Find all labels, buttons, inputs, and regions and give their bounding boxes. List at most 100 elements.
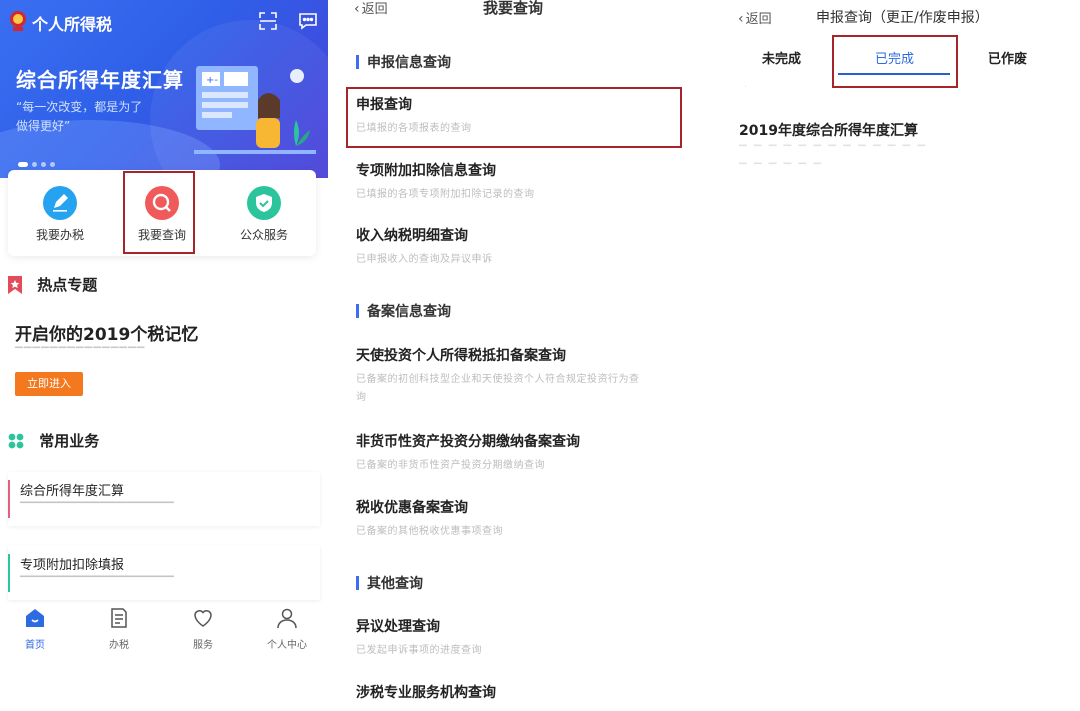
tab-service[interactable]: 服务 xyxy=(168,606,238,651)
card-subtitle-blurred: ▔▔▔▔▔▔▔▔▔▔▔▔▔▔▔▔▔▔▔▔ xyxy=(20,577,174,588)
pagination-dot[interactable] xyxy=(18,162,28,167)
scan-icon[interactable] xyxy=(258,11,278,31)
card-accent-bar xyxy=(8,554,10,592)
item-title: 税收优惠备案查询 xyxy=(356,500,468,516)
document-icon xyxy=(111,608,127,628)
home-icon xyxy=(26,609,44,627)
quick-action-label: 我要办税 xyxy=(35,228,84,242)
card-title: 专项附加扣除填报 xyxy=(20,558,125,573)
quick-action-label: 公众服务 xyxy=(239,228,288,242)
filing-query-screen: ‹ 返回 申报查询（更正/作废申报） 未完成 已完成 已作废 · 2019年度综合… xyxy=(700,0,1080,711)
group-heading-text: 申报信息查询 xyxy=(367,55,451,71)
banner-quote: “每一次改变，都是为了 做得更好” xyxy=(16,98,166,136)
query-menu-screen: ‹ 返回 我要查询 申报信息查询 申报查询 已填报的各项报表的查询 专项附加扣除信… xyxy=(328,0,700,711)
app-title: 个人所得税 xyxy=(32,15,113,34)
page-title: 我要查询 xyxy=(483,0,544,17)
tab-label: 服务 xyxy=(193,640,213,651)
message-icon[interactable] xyxy=(298,11,318,31)
tab-voided[interactable]: 已作废 xyxy=(988,48,1027,67)
card-title: 综合所得年度汇算 xyxy=(20,484,125,499)
group-heading-text: 备案信息查询 xyxy=(367,304,451,320)
quick-action-tax-filing[interactable]: 我要办税 xyxy=(20,176,100,250)
highlight-box-query-action xyxy=(123,171,195,254)
item-subtitle: 已发起申诉事项的进度查询 xyxy=(356,645,482,656)
home-top-bar: 个人所得税 xyxy=(8,8,320,34)
tab-label: 首页 xyxy=(25,640,45,651)
tab-label: 办税 xyxy=(109,640,129,651)
pagination-dot[interactable] xyxy=(41,162,46,167)
query-item-objection[interactable]: 异议处理查询 已发起申诉事项的进度查询 xyxy=(356,616,676,660)
query-item-tax-agency[interactable]: 涉税专业服务机构查询 xyxy=(356,682,676,702)
pagination-dot[interactable] xyxy=(50,162,55,167)
tab-personal-center[interactable]: 个人中心 xyxy=(252,606,322,651)
page-title: 申报查询（更正/作废申报） xyxy=(816,10,989,26)
shield-icon xyxy=(247,186,281,220)
service-card-annual-settlement[interactable]: 综合所得年度汇算 ▔▔▔▔▔▔▔▔▔▔▔▔▔▔▔▔▔▔▔▔ xyxy=(8,472,320,526)
chevron-left-icon: ‹ xyxy=(354,1,360,17)
item-subtitle-line2: 询 xyxy=(356,392,367,403)
item-title: 专项附加扣除信息查询 xyxy=(356,163,496,179)
highlight-box-completed-tab xyxy=(832,35,958,88)
common-services-heading-text: 常用业务 xyxy=(39,432,100,450)
group-heading-record-info: 备案信息查询 xyxy=(356,301,451,321)
item-title: 非货币性资产投资分期缴纳备案查询 xyxy=(356,434,580,450)
banner-quote-line2: 做得更好” xyxy=(16,119,71,133)
hot-topic-title[interactable]: 开启你的2019个税记忆 xyxy=(15,320,198,345)
tab-tax[interactable]: 办税 xyxy=(84,606,154,651)
banner-title: 综合所得年度汇算 xyxy=(16,68,184,92)
common-services-heading: 常用业务 xyxy=(8,430,99,451)
person-icon xyxy=(277,608,297,629)
group-heading-filing-info: 申报信息查询 xyxy=(356,52,451,72)
card-subtitle-blurred: ▔▔▔▔▔▔▔▔▔▔▔▔▔▔▔▔▔▔▔▔ xyxy=(20,503,174,514)
query-item-angel-investment[interactable]: 天使投资个人所得税抵扣备案查询 已备案的初创科技型企业和天使投资个人符合规定投资… xyxy=(356,345,676,407)
tab-label: 个人中心 xyxy=(267,640,307,651)
item-title: 收入纳税明细查询 xyxy=(356,228,468,244)
group-accent-bar xyxy=(356,576,359,590)
back-button[interactable]: ‹ 返回 xyxy=(354,0,388,17)
record-title[interactable]: 2019年度综合所得年度汇算 xyxy=(739,120,918,140)
back-label: 返回 xyxy=(745,12,772,27)
group-heading-text: 其他查询 xyxy=(367,576,423,592)
item-subtitle: 已申报收入的查询及异议申诉 xyxy=(356,254,493,265)
tab-incomplete[interactable]: 未完成 xyxy=(762,48,801,67)
item-title: 涉税专业服务机构查询 xyxy=(356,685,496,701)
item-subtitle: 已备案的非货币性资产投资分期缴纳查询 xyxy=(356,460,545,471)
home-banner[interactable]: 个人所得税 综合所得年度汇算 “每一次改变，都是为了 做得更好” +- xyxy=(0,0,328,178)
group-accent-bar xyxy=(356,304,359,318)
banner-quote-line1: “每一次改变，都是为了 xyxy=(16,100,143,114)
home-screen: 个人所得税 综合所得年度汇算 “每一次改变，都是为了 做得更好” +- 我要办税… xyxy=(0,0,328,711)
clover-icon xyxy=(8,433,24,448)
hot-topic-subtitle-blurred: ▔▔▔▔▔▔▔▔▔▔▔▔▔▔▔ xyxy=(15,348,146,359)
banner-pagination-dots[interactable] xyxy=(18,154,59,167)
item-title: 天使投资个人所得税抵扣备案查询 xyxy=(356,348,566,364)
bookmark-icon xyxy=(8,275,22,294)
heart-icon xyxy=(194,610,212,627)
hot-topics-heading: 热点专题 xyxy=(8,274,97,295)
hot-topics-heading-text: 热点专题 xyxy=(37,276,98,294)
query-item-special-deduction[interactable]: 专项附加扣除信息查询 已填报的各项专项附加扣除记录的查询 xyxy=(356,160,676,204)
card-accent-bar xyxy=(8,480,10,518)
query-item-income-tax-detail[interactable]: 收入纳税明细查询 已申报收入的查询及异议申诉 xyxy=(356,225,676,269)
faint-mark: · xyxy=(744,82,750,93)
item-subtitle: 已备案的其他税收优惠事项查询 xyxy=(356,526,503,537)
record-detail-blurred: ▔ ▔ ▔ ▔ ▔ ▔ ▔ ▔ ▔ ▔ ▔ ▔ ▔ xyxy=(739,146,928,157)
group-heading-other: 其他查询 xyxy=(356,573,423,593)
query-item-non-monetary-asset[interactable]: 非货币性资产投资分期缴纳备案查询 已备案的非货币性资产投资分期缴纳查询 xyxy=(356,431,676,475)
query-item-tax-incentive[interactable]: 税收优惠备案查询 已备案的其他税收优惠事项查询 xyxy=(356,497,676,541)
back-button[interactable]: ‹ 返回 xyxy=(738,8,772,27)
record-detail-blurred: ▔ ▔ ▔ ▔ ▔ ▔ xyxy=(739,164,824,175)
highlight-box-filing-query xyxy=(346,87,682,148)
bottom-tab-bar: 首页 办税 服务 个人中心 xyxy=(0,606,328,656)
item-subtitle-line1: 已备案的初创科技型企业和天使投资个人符合规定投资行为查 xyxy=(356,374,640,385)
tab-home[interactable]: 首页 xyxy=(0,606,70,651)
enter-now-button[interactable]: 立即进入 xyxy=(15,372,83,396)
pagination-dot[interactable] xyxy=(32,162,37,167)
banner-illustration: +- xyxy=(194,66,316,154)
group-accent-bar xyxy=(356,55,359,69)
tax-emblem-icon xyxy=(10,11,26,31)
item-subtitle: 已填报的各项专项附加扣除记录的查询 xyxy=(356,189,535,200)
quick-action-public-service[interactable]: 公众服务 xyxy=(224,176,304,250)
item-subtitle: 已备案的初创科技型企业和天使投资个人符合规定投资行为查 询 xyxy=(356,371,676,407)
back-label: 返回 xyxy=(361,2,388,17)
service-card-special-deduction[interactable]: 专项附加扣除填报 ▔▔▔▔▔▔▔▔▔▔▔▔▔▔▔▔▔▔▔▔ xyxy=(8,546,320,600)
